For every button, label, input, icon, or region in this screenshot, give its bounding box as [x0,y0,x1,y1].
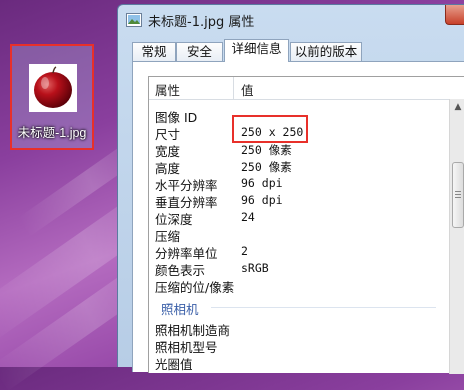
close-button[interactable] [445,5,464,25]
row-property: 压缩的位/像素 [155,280,235,295]
desktop-file-label: 未标题-1.jpg [17,126,87,140]
row-value: 250 像素 [241,160,292,174]
row-value: 250 像素 [241,143,292,157]
detail-row[interactable]: 照相机制造商 [149,320,445,338]
row-value: 24 [241,210,255,224]
detail-row[interactable]: 宽度 250 像素 [149,141,445,159]
detail-row[interactable]: 位深度 24 [149,209,445,227]
size-highlight-box [232,115,308,143]
grip-line [455,191,461,192]
grip-line [455,197,461,198]
grip-line [455,194,461,195]
properties-dialog: 未标题-1.jpg 属性 常规 安全 详细信息 以前的版本 属性 值 图像 ID… [117,4,464,374]
tab-general[interactable]: 常规 [132,42,176,61]
row-value: 2 [241,244,248,258]
detail-row[interactable]: 压缩的位/像素 [149,277,445,295]
red-apple-image [29,64,77,112]
scroll-thumb[interactable] [452,162,464,228]
column-header: 属性 值 [149,77,464,100]
group-divider [211,307,436,308]
detail-row[interactable]: 垂直分辨率 96 dpi [149,192,445,210]
detail-row[interactable]: 颜色表示 sRGB [149,260,445,278]
window-title: 未标题-1.jpg 属性 [148,15,255,30]
detail-row[interactable]: 水平分辨率 96 dpi [149,175,445,193]
scroll-up-icon[interactable]: ▲ [450,99,464,115]
column-property[interactable]: 属性 [155,80,180,99]
tab-previous-versions[interactable]: 以前的版本 [290,42,362,61]
detail-row[interactable]: 分辨率单位 2 [149,243,445,261]
row-value: 96 dpi [241,176,283,190]
detail-row[interactable]: 照相机型号 [149,337,445,355]
group-camera: 照相机 [161,302,199,317]
title-bar[interactable]: 未标题-1.jpg 属性 [118,5,464,33]
detail-row[interactable]: 压缩 [149,226,445,244]
desktop-file-icon[interactable]: 未标题-1.jpg [10,44,94,150]
row-value: 96 dpi [241,193,283,207]
vertical-scrollbar[interactable]: ▲ [449,99,464,374]
detail-row[interactable]: 高度 250 像素 [149,158,445,176]
column-value[interactable]: 值 [241,80,254,99]
row-property: 光圈值 [155,357,193,372]
column-separator[interactable] [233,77,234,99]
image-file-icon [126,12,142,27]
row-value: sRGB [241,261,269,275]
details-panel: 属性 值 图像 ID 尺寸 250 x 250 宽度 250 像素 高度 250 像素… [132,61,464,374]
tab-security[interactable]: 安全 [176,42,223,61]
details-list[interactable]: 属性 值 图像 ID 尺寸 250 x 250 宽度 250 像素 高度 250 像素… [148,76,464,374]
detail-row[interactable]: 光圈值 [149,354,445,372]
tab-details[interactable]: 详细信息 [224,39,289,62]
